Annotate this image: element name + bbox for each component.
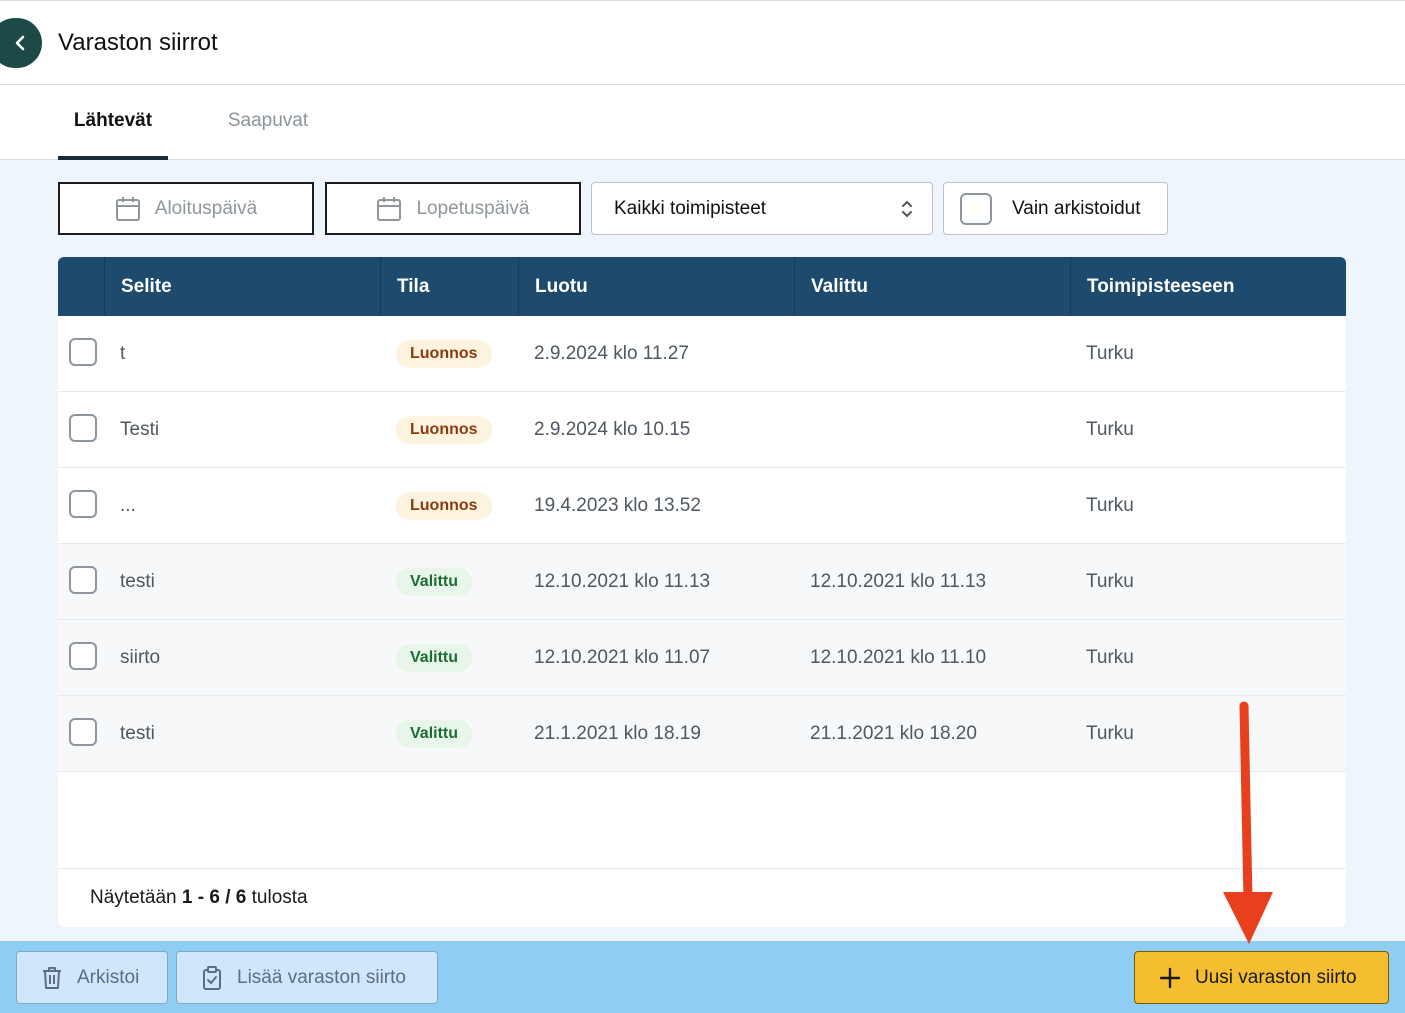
row-created: 21.1.2021 klo 18.19 xyxy=(534,723,701,744)
row-destination: Turku xyxy=(1086,647,1134,668)
end-date-filter[interactable]: Lopetuspäivä xyxy=(325,182,581,235)
archived-only-label: Vain arkistoidut xyxy=(1012,197,1141,219)
tab-bar: Lähtevät Saapuvat xyxy=(0,85,1405,160)
row-description: Testi xyxy=(120,419,160,440)
column-header-description[interactable]: Selite xyxy=(104,257,380,316)
archived-only-filter[interactable]: Vain arkistoidut xyxy=(943,182,1168,235)
pagination-range: 1 - 6 xyxy=(181,887,220,908)
row-created: 19.4.2023 klo 13.52 xyxy=(534,495,701,516)
row-destination: Turku xyxy=(1086,571,1134,592)
status-badge: Luonnos xyxy=(396,340,492,368)
row-selected: 12.10.2021 klo 11.10 xyxy=(810,647,987,668)
transfers-table: Selite Tila Luotu Valittu Toimipisteesee… xyxy=(58,257,1346,927)
back-button[interactable] xyxy=(0,18,42,68)
pagination-separator: / xyxy=(225,887,231,908)
row-destination: Turku xyxy=(1086,419,1134,440)
trash-icon xyxy=(43,966,61,989)
table-row[interactable]: Testi Luonnos 2.9.2024 klo 10.15 Turku xyxy=(58,392,1346,468)
tab-incoming[interactable]: Saapuvat xyxy=(213,85,323,159)
row-selected: 12.10.2021 klo 11.13 xyxy=(810,571,987,592)
row-destination: Turku xyxy=(1086,343,1134,364)
bottom-action-bar: Arkistoi Lisää varaston siirto Uusi vara… xyxy=(0,941,1405,1013)
row-description: testi xyxy=(120,571,155,592)
row-destination: Turku xyxy=(1086,495,1134,516)
pagination-summary: Näytetään 1 - 6 / 6 tulosta xyxy=(58,868,1346,927)
start-date-placeholder: Aloituspäivä xyxy=(154,197,258,219)
archive-button-label: Arkistoi xyxy=(77,966,140,988)
row-checkbox[interactable] xyxy=(69,642,97,670)
add-transfer-button[interactable]: Lisää varaston siirto xyxy=(176,951,438,1004)
row-checkbox[interactable] xyxy=(69,490,97,518)
row-checkbox[interactable] xyxy=(69,718,97,746)
location-select[interactable]: Kaikki toimipisteet xyxy=(591,182,933,235)
archive-button[interactable]: Arkistoi xyxy=(16,951,168,1004)
location-select-value: Kaikki toimipisteet xyxy=(614,197,767,219)
column-header-destination[interactable]: Toimipisteeseen xyxy=(1070,257,1346,316)
start-date-filter[interactable]: Aloituspäivä xyxy=(58,182,314,235)
row-description: ... xyxy=(120,495,136,516)
column-header-selected[interactable]: Valittu xyxy=(794,257,1070,316)
plus-icon xyxy=(1159,967,1181,988)
tab-outgoing[interactable]: Lähtevät xyxy=(58,85,168,160)
chevron-left-icon xyxy=(15,35,25,51)
new-transfer-button[interactable]: Uusi varaston siirto xyxy=(1134,951,1389,1004)
end-date-placeholder: Lopetuspäivä xyxy=(416,197,530,219)
page-header: Varaston siirrot xyxy=(0,0,1405,85)
row-created: 2.9.2024 klo 11.27 xyxy=(534,343,689,364)
table-row[interactable]: testi Valittu 12.10.2021 klo 11.13 12.10… xyxy=(58,544,1346,620)
table-row[interactable]: ... Luonnos 19.4.2023 klo 13.52 Turku xyxy=(58,468,1346,544)
page-title: Varaston siirrot xyxy=(58,29,218,56)
calendar-icon xyxy=(115,196,140,221)
table-row[interactable]: t Luonnos 2.9.2024 klo 11.27 Turku xyxy=(58,316,1346,392)
calendar-icon xyxy=(377,196,402,221)
table-row[interactable]: testi Valittu 21.1.2021 klo 18.19 21.1.2… xyxy=(58,696,1346,772)
status-badge: Valittu xyxy=(396,568,473,596)
table-header: Selite Tila Luotu Valittu Toimipisteesee… xyxy=(58,257,1346,316)
row-created: 12.10.2021 klo 11.13 xyxy=(534,571,711,592)
row-description: t xyxy=(120,343,126,364)
status-badge: Luonnos xyxy=(396,492,492,520)
row-checkbox[interactable] xyxy=(69,338,97,366)
status-badge: Valittu xyxy=(396,720,473,748)
row-created: 2.9.2024 klo 10.15 xyxy=(534,419,691,440)
sort-arrows-icon xyxy=(902,200,912,218)
row-checkbox[interactable] xyxy=(69,566,97,594)
row-description: testi xyxy=(120,723,155,744)
column-header-created[interactable]: Luotu xyxy=(518,257,794,316)
pagination-suffix: tulosta xyxy=(251,887,308,908)
archived-only-checkbox[interactable] xyxy=(960,192,992,225)
row-description: siirto xyxy=(120,647,161,668)
row-selected: 21.1.2021 klo 18.20 xyxy=(810,723,977,744)
pagination-prefix: Näytetään xyxy=(90,887,177,908)
new-transfer-button-label: Uusi varaston siirto xyxy=(1195,966,1357,988)
table-row[interactable]: siirto Valittu 12.10.2021 klo 11.07 12.1… xyxy=(58,620,1346,696)
row-destination: Turku xyxy=(1086,723,1134,744)
add-transfer-button-label: Lisää varaston siirto xyxy=(237,966,406,988)
status-badge: Valittu xyxy=(396,644,473,672)
row-checkbox[interactable] xyxy=(69,414,97,442)
status-badge: Luonnos xyxy=(396,416,492,444)
row-created: 12.10.2021 klo 11.07 xyxy=(534,647,711,668)
column-header-status[interactable]: Tila xyxy=(380,257,518,316)
select-column-header xyxy=(58,257,104,316)
clipboard-check-icon xyxy=(203,965,221,990)
pagination-total: 6 xyxy=(235,887,247,908)
